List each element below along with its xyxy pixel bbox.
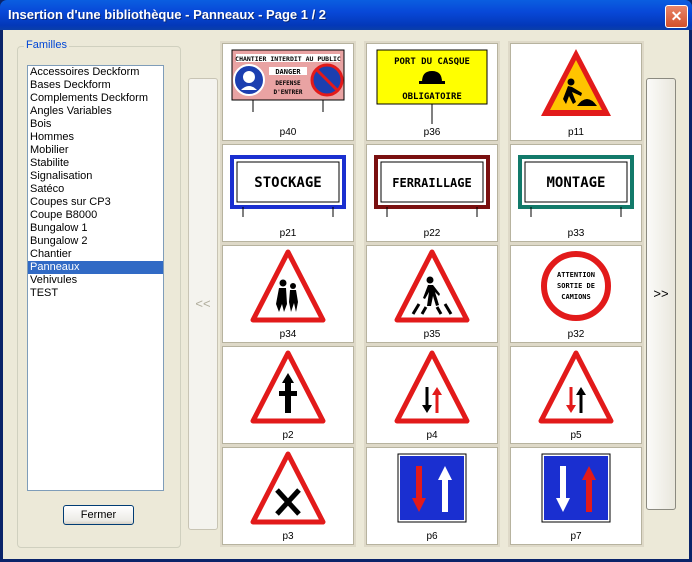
- tile-label: p35: [423, 329, 441, 340]
- next-page-button[interactable]: >>: [646, 78, 676, 510]
- sign-text-line: DANGER: [275, 68, 301, 76]
- tile-p11[interactable]: p11: [510, 43, 642, 141]
- family-item[interactable]: Bungalow 1: [28, 222, 163, 235]
- tile-p6[interactable]: p6: [366, 447, 498, 545]
- sign-text-line: CAMIONS: [561, 293, 591, 301]
- tile-label: p40: [279, 127, 297, 138]
- family-item[interactable]: TEST: [28, 287, 163, 300]
- sign-text-line: FERRAILLAGE: [392, 176, 471, 190]
- sign-sortie-camions: ATTENTION SORTIE DE CAMIONS: [541, 251, 611, 321]
- families-list[interactable]: Accessoires Deckform Bases Deckform Comple…: [27, 65, 164, 491]
- family-item[interactable]: Mobilier: [28, 144, 163, 157]
- tile-p2[interactable]: p2: [222, 346, 354, 444]
- family-item[interactable]: Chantier: [28, 248, 163, 261]
- family-item[interactable]: Angles Variables: [28, 105, 163, 118]
- tile-label: p33: [567, 228, 585, 239]
- families-group: Familles Accessoires Deckform Bases Deckf…: [17, 39, 181, 548]
- tile-label: p6: [426, 531, 438, 542]
- dialog-body: Familles Accessoires Deckform Bases Deckf…: [3, 30, 689, 559]
- family-item[interactable]: Stabilite: [28, 157, 163, 170]
- tile-label: p32: [567, 329, 585, 340]
- tile-p35[interactable]: p35: [366, 245, 498, 343]
- tile-label: p21: [279, 228, 297, 239]
- tile-p34[interactable]: p34: [222, 245, 354, 343]
- family-item[interactable]: Bois: [28, 118, 163, 131]
- roadworks-sign-icon: [541, 49, 611, 116]
- one-way-priority-sign-icon: [397, 453, 467, 523]
- sign-text-line: STOCKAGE: [254, 175, 321, 191]
- oncoming-priority-sign-icon: [538, 350, 614, 424]
- sign-montage: MONTAGE: [518, 155, 634, 217]
- tile-p21[interactable]: STOCKAGE p21: [222, 144, 354, 242]
- family-item[interactable]: Coupe B8000: [28, 209, 163, 222]
- yield-oncoming-sign-icon: [541, 453, 611, 523]
- sign-text-line: PORT DU CASQUE: [394, 57, 470, 67]
- next-page-label: >>: [653, 286, 669, 301]
- tile-p7[interactable]: p7: [510, 447, 642, 545]
- window-title: Insertion d'une bibliothèque - Panneaux …: [8, 7, 327, 22]
- crossroads-sign-icon: [250, 451, 326, 525]
- family-item[interactable]: Satéco: [28, 183, 163, 196]
- sign-chantier-interdit: CHANTIER INTERDIT AU PUBLIC DANGER DEFEN…: [231, 49, 345, 112]
- sign-stockage: STOCKAGE: [230, 155, 346, 217]
- tile-p33[interactable]: MONTAGE p33: [510, 144, 642, 242]
- family-item[interactable]: Panneaux: [28, 261, 163, 274]
- close-icon[interactable]: ✕: [665, 5, 688, 28]
- previous-page-button[interactable]: <<: [188, 78, 218, 530]
- family-item[interactable]: Complements Deckform: [28, 92, 163, 105]
- tile-p22[interactable]: FERRAILLAGE p22: [366, 144, 498, 242]
- sign-text-line: CHANTIER INTERDIT AU PUBLIC: [235, 55, 341, 63]
- tile-p4[interactable]: p4: [366, 346, 498, 444]
- family-item[interactable]: Accessoires Deckform: [28, 66, 163, 79]
- fermer-button[interactable]: Fermer: [63, 505, 134, 525]
- dialog-window: Insertion d'une bibliothèque - Panneaux …: [0, 0, 692, 562]
- family-item[interactable]: Signalisation: [28, 170, 163, 183]
- sign-text-line: OBLIGATOIRE: [402, 92, 462, 102]
- family-item[interactable]: Hommes: [28, 131, 163, 144]
- tile-label: p2: [282, 430, 294, 441]
- family-item[interactable]: Coupes sur CP3: [28, 196, 163, 209]
- tile-p3[interactable]: p3: [222, 447, 354, 545]
- tile-label: p11: [568, 127, 584, 138]
- tile-label: p34: [279, 329, 297, 340]
- families-legend: Familles: [24, 39, 69, 51]
- sign-text-line: MONTAGE: [546, 175, 605, 191]
- tile-label: p3: [282, 531, 294, 542]
- children-crossing-sign-icon: [250, 249, 326, 323]
- tile-p40[interactable]: CHANTIER INTERDIT AU PUBLIC DANGER DEFEN…: [222, 43, 354, 141]
- fermer-button-label: Fermer: [80, 509, 117, 521]
- priority-road-sign-icon: [250, 350, 326, 424]
- two-way-traffic-sign-icon: [394, 350, 470, 424]
- tile-label: p36: [423, 127, 441, 138]
- family-item[interactable]: Bases Deckform: [28, 79, 163, 92]
- pedestrian-crossing-sign-icon: [394, 249, 470, 323]
- tile-label: p4: [426, 430, 438, 441]
- tile-p36[interactable]: PORT DU CASQUE OBLIGATOIRE p36: [366, 43, 498, 141]
- sign-port-du-casque: PORT DU CASQUE OBLIGATOIRE: [376, 49, 488, 124]
- family-item[interactable]: Bungalow 2: [28, 235, 163, 248]
- family-item[interactable]: Vehivules: [28, 274, 163, 287]
- sign-text-line: D'ENTRER: [274, 89, 303, 96]
- tile-label: p7: [570, 531, 582, 542]
- sign-ferraillage: FERRAILLAGE: [374, 155, 490, 217]
- title-bar[interactable]: Insertion d'une bibliothèque - Panneaux …: [0, 0, 692, 30]
- tile-p5[interactable]: p5: [510, 346, 642, 444]
- sign-text-line: DEFENSE: [275, 80, 301, 87]
- previous-page-label: <<: [195, 296, 211, 311]
- sign-text-line: ATTENTION: [557, 271, 595, 279]
- tile-label: p22: [423, 228, 441, 239]
- tile-label: p5: [570, 430, 582, 441]
- sign-text-line: SORTIE DE: [557, 282, 595, 290]
- tile-p32[interactable]: ATTENTION SORTIE DE CAMIONS p32: [510, 245, 642, 343]
